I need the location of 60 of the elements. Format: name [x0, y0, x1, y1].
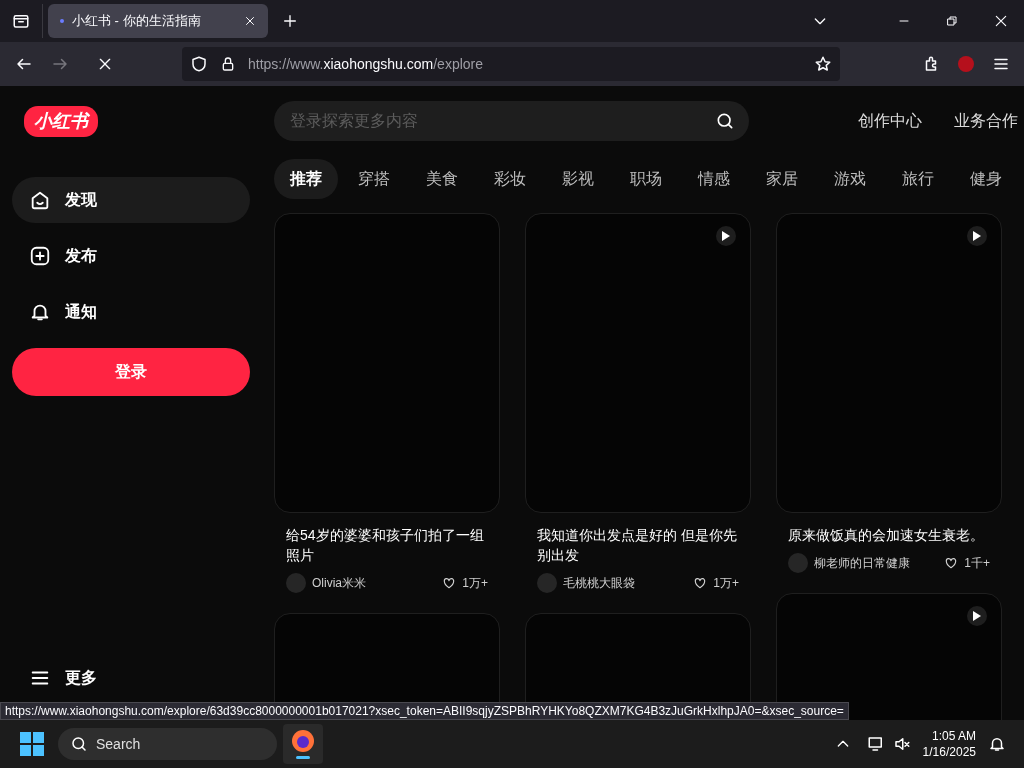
heart-icon[interactable] — [693, 576, 708, 590]
nav-item[interactable]: 通知 — [12, 289, 250, 335]
search-icon[interactable] — [715, 111, 735, 131]
author-name[interactable]: Olivia米米 — [312, 574, 437, 592]
search-icon — [70, 735, 88, 753]
taskbar-search[interactable]: Search — [58, 728, 277, 760]
tab-title: 小红书 - 你的生活指南 — [72, 12, 202, 31]
site-logo[interactable]: 小红书 — [24, 106, 98, 137]
new-tab-icon[interactable] — [282, 13, 298, 29]
avatar — [286, 573, 306, 593]
channel-tab[interactable]: 家居 — [750, 159, 814, 199]
more-menu[interactable]: 更多 — [12, 666, 250, 690]
channel-tab[interactable]: 彩妆 — [478, 159, 542, 199]
firefox-taskbar-icon[interactable] — [283, 724, 323, 764]
browser-tab[interactable]: 小红书 - 你的生活指南 — [48, 4, 268, 38]
nav-item[interactable]: 发布 — [12, 233, 250, 279]
close-icon[interactable] — [244, 15, 256, 27]
heart-icon[interactable] — [442, 576, 457, 590]
shield-icon[interactable] — [190, 55, 208, 73]
plus-square-icon — [29, 245, 51, 267]
channel-tab[interactable]: 穿搭 — [342, 159, 406, 199]
star-icon[interactable] — [814, 55, 832, 73]
channel-tab[interactable]: 影视 — [546, 159, 610, 199]
post-title[interactable]: 原来做饭真的会加速女生衰老。 — [788, 525, 990, 545]
windows-icon[interactable] — [20, 732, 44, 756]
header-link[interactable]: 创作中心 — [858, 109, 922, 133]
heart-icon[interactable] — [944, 556, 959, 570]
nav-item[interactable]: 发现 — [12, 177, 250, 223]
channel-tab[interactable]: 游戏 — [818, 159, 882, 199]
clock[interactable]: 1:05 AM 1/16/2025 — [922, 728, 976, 760]
tab-list-icon[interactable] — [12, 12, 30, 30]
channel-tab[interactable]: 情感 — [682, 159, 746, 199]
avatar — [788, 553, 808, 573]
muted-speaker-icon[interactable] — [892, 735, 911, 753]
channel-tab[interactable]: 健身 — [954, 159, 1018, 199]
status-url-tooltip: https://www.xiaohongshu.com/explore/63d39cc8000000001b017021?xsec_token=ABII9sqjyZSPBhRYHKYo8QZXM7KG4B3zJuGrkHxlhpJA0=&xsec_source= — [0, 702, 849, 720]
url-text: https://www.xiaohongshu.com/explore — [248, 54, 485, 74]
header-link[interactable]: 业务合作 — [954, 109, 1018, 133]
author-name[interactable]: 柳老师的日常健康 — [814, 554, 939, 572]
restore-icon[interactable] — [946, 15, 958, 27]
channel-tab[interactable]: 职场 — [614, 159, 678, 199]
post-title[interactable]: 我知道你出发点是好的 但是你先别出发 — [537, 525, 739, 565]
monitor-icon[interactable] — [866, 735, 885, 753]
login-button[interactable]: 登录 — [12, 348, 250, 396]
channel-tab[interactable]: 美食 — [410, 159, 474, 199]
channel-tab[interactable]: 旅行 — [886, 159, 950, 199]
close-icon[interactable] — [994, 14, 1008, 28]
lock-icon[interactable] — [220, 56, 236, 72]
like-count: 1万+ — [462, 575, 488, 592]
stop-icon[interactable] — [97, 56, 113, 72]
like-count: 1千+ — [964, 555, 990, 572]
avatar — [537, 573, 557, 593]
bell-icon[interactable] — [988, 735, 1006, 753]
post-title[interactable]: 给54岁的婆婆和孩子们拍了一组照片 — [286, 525, 488, 565]
like-count: 1万+ — [713, 575, 739, 592]
author-name[interactable]: 毛桃桃大眼袋 — [563, 574, 688, 592]
home-icon — [29, 189, 51, 211]
url-bar[interactable]: https://www.xiaohongshu.com/explore — [182, 47, 840, 81]
search-field[interactable]: 登录探索更多内容 — [274, 101, 749, 141]
channel-tab[interactable]: 推荐 — [274, 159, 338, 199]
